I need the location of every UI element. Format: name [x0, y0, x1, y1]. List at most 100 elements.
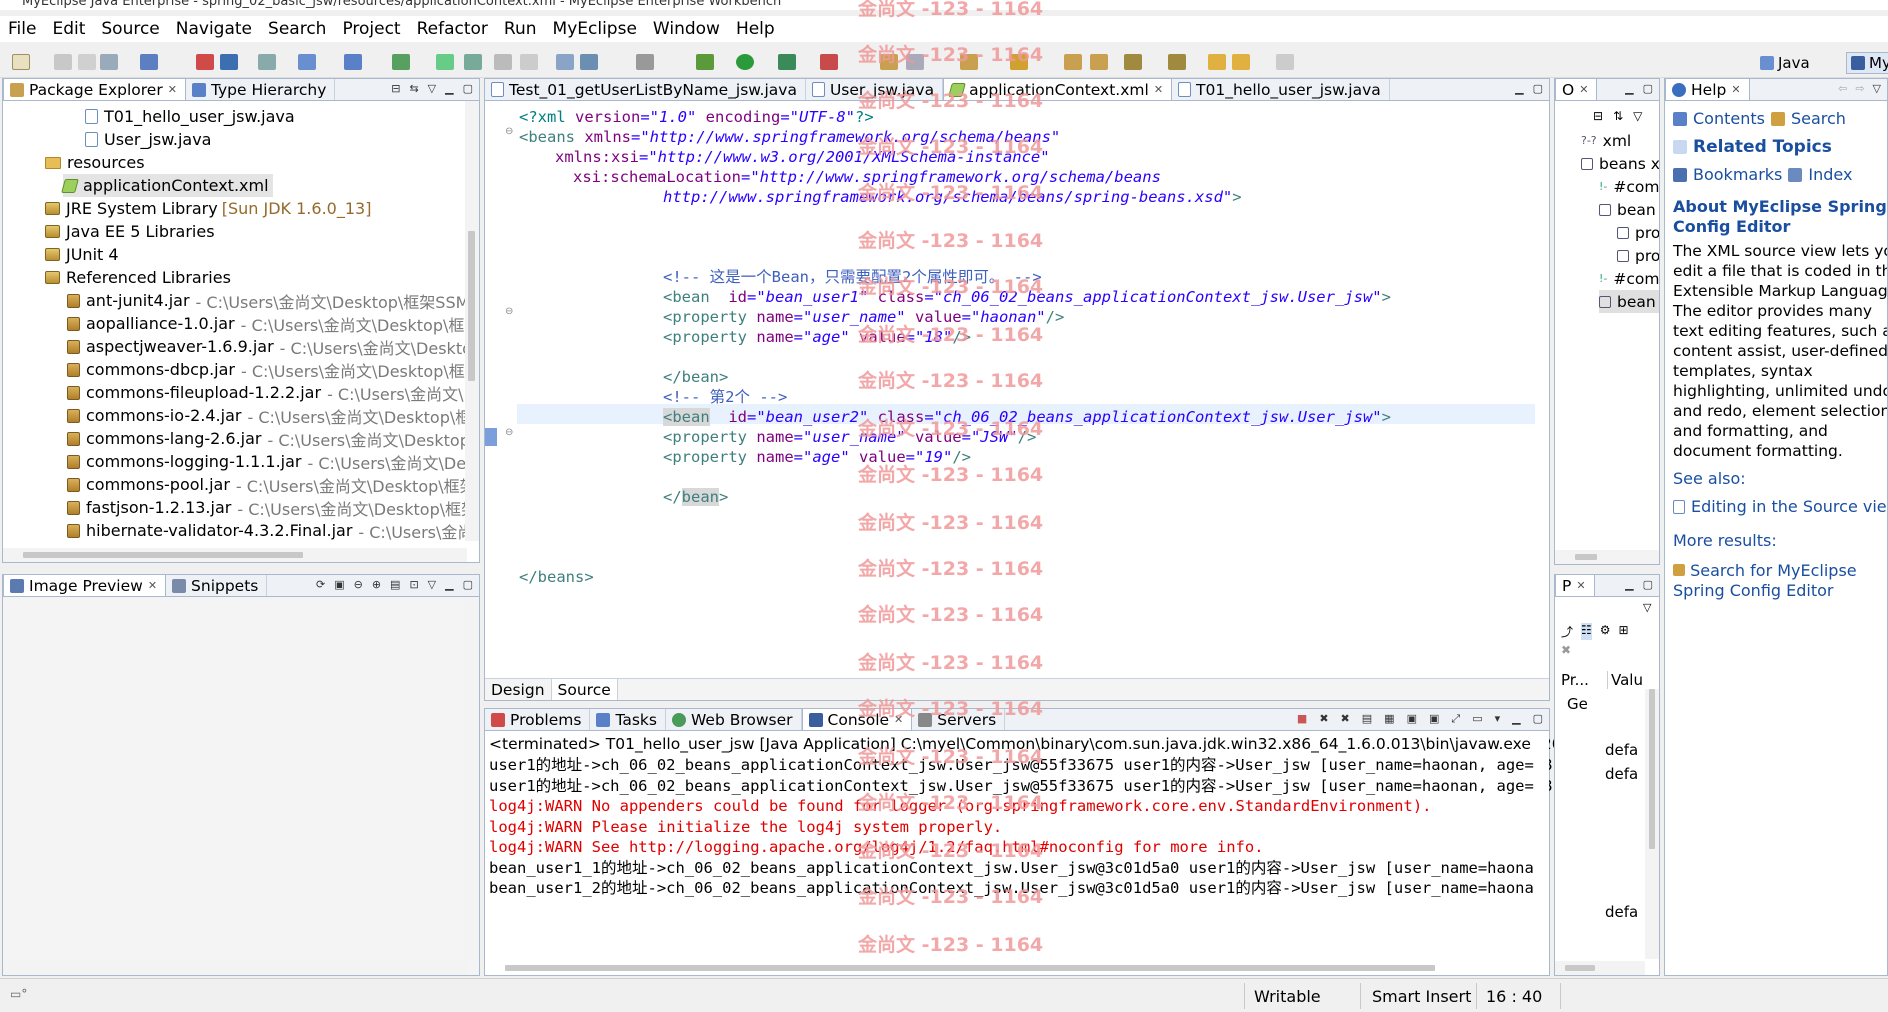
java-perspective[interactable]: Java [1760, 52, 1810, 74]
tab-outline[interactable]: O ✕ [1555, 79, 1598, 100]
filter-icon[interactable]: ⚙ [1600, 623, 1611, 640]
code-line[interactable]: <property name="user_name" value="haonan… [663, 307, 1064, 327]
refresh-icon[interactable] [520, 54, 538, 70]
last-edit-icon[interactable] [1232, 54, 1250, 70]
terminate-icon[interactable]: ■ [1297, 712, 1307, 726]
menu-refactor[interactable]: Refactor [409, 19, 496, 39]
outline-item[interactable]: !- #com [1599, 267, 1659, 290]
zoom-in-icon[interactable]: ⊕ [372, 578, 381, 591]
tree-item-selected[interactable]: applicationContext.xml [61, 174, 273, 197]
show-on-error-icon[interactable]: ▣ [1429, 712, 1439, 726]
fast-view-icon[interactable]: ▭° [10, 987, 27, 1001]
property-value[interactable]: defa [1605, 903, 1638, 921]
restore-default-icon[interactable]: ⊞ [1619, 623, 1629, 640]
forward-icon[interactable] [1276, 54, 1294, 70]
display-console-icon[interactable]: ▭ [1472, 712, 1482, 726]
zoom-out-icon[interactable]: ⊖ [354, 578, 363, 591]
word-wrap-icon[interactable]: ▦ [1384, 712, 1394, 726]
open-console-icon[interactable]: ▾ [1495, 712, 1501, 726]
zoom-fit-icon[interactable]: ⊡ [409, 578, 418, 591]
tab-properties[interactable]: P ✕ [1555, 575, 1595, 596]
code-line[interactable]: </beans> [519, 567, 594, 587]
tree-item[interactable]: fastjson-1.2.13.jar - C:\Users\金尚文\Deskt… [67, 496, 479, 519]
view-menu-icon[interactable]: ▽ [1633, 109, 1642, 123]
code-line[interactable]: <property name="user_name" value="JSW"/> [663, 427, 1036, 447]
minimize-icon[interactable]: ▁ [1625, 578, 1633, 591]
tree-item[interactable]: JUnit 4 [45, 243, 119, 266]
minimize-icon[interactable]: ▁ [1512, 712, 1520, 726]
close-icon[interactable]: ✕ [1576, 579, 1585, 592]
server-icon[interactable] [196, 54, 214, 70]
code-line[interactable]: http://www.springframework.org/schema/be… [663, 187, 1242, 207]
maximize-icon[interactable]: ▢ [1533, 82, 1543, 95]
tree-item[interactable]: User_jsw.java [85, 128, 211, 151]
tree-item[interactable]: aopalliance-1.0.jar - C:\Users\金尚文\Deskt… [67, 312, 479, 335]
minimize-icon[interactable]: ▁ [1515, 82, 1523, 95]
tab-help[interactable]: Help ✕ [1665, 79, 1750, 100]
tab-console[interactable]: Console ✕ [801, 709, 913, 730]
save-icon[interactable] [54, 54, 72, 70]
print-icon[interactable] [100, 54, 118, 70]
menu-run[interactable]: Run [496, 19, 545, 39]
maximize-icon[interactable]: ▢ [1643, 578, 1653, 591]
actual-size-icon[interactable]: ▤ [390, 578, 400, 591]
forward-icon[interactable]: ⇨ [1855, 82, 1864, 95]
tab-snippets[interactable]: Snippets [166, 575, 268, 596]
prev-annotation-icon[interactable] [1168, 54, 1186, 70]
code-line[interactable]: </bean> [663, 487, 728, 507]
task-icon[interactable] [1064, 54, 1082, 70]
maximize-icon[interactable]: ▢ [463, 578, 473, 591]
code-line-current[interactable]: <bean id="bean_user2" class="ch_06_02_be… [663, 407, 1391, 427]
close-icon[interactable]: ✕ [894, 713, 903, 726]
outline-item-selected[interactable]: bean [1599, 290, 1659, 313]
contents-link[interactable]: Contents [1693, 109, 1765, 128]
tab-type-hierarchy[interactable]: Type Hierarchy [186, 79, 336, 100]
tab-test01-java[interactable]: Test_01_getUserListByName_jsw.java [485, 79, 806, 100]
tree-item[interactable]: Java EE 5 Libraries [45, 220, 215, 243]
menu-navigate[interactable]: Navigate [168, 19, 260, 39]
myeclipse-perspective[interactable]: My [1846, 52, 1888, 74]
maximize-icon[interactable]: ▢ [1533, 712, 1543, 726]
collapse-all-icon[interactable]: ⊟ [391, 82, 400, 95]
tree-item[interactable]: commons-lang-2.6.jar - C:\Users\金尚文\Desk… [67, 427, 479, 450]
code-line[interactable]: <property name="age" value="18"/> [663, 327, 971, 347]
save-all-icon[interactable] [78, 54, 96, 70]
code-line[interactable]: xmlns:xsi="http://www.w3.org/2001/XMLSch… [555, 147, 1050, 167]
minimize-icon[interactable]: ▁ [445, 82, 453, 95]
tree-item[interactable]: T01_hello_user_jsw.java [85, 105, 295, 128]
run-icon[interactable] [736, 54, 754, 70]
search-results-link[interactable]: Search for MyEclipse Spring Config Edito… [1673, 561, 1857, 600]
related-topics-link[interactable]: Related Topics [1693, 137, 1832, 157]
new-project-icon[interactable] [140, 54, 158, 70]
close-icon[interactable]: ✕ [148, 579, 157, 592]
view-menu-icon[interactable]: ▽ [428, 578, 436, 591]
debug-icon[interactable] [696, 54, 714, 70]
sort-icon[interactable]: ⇅ [1613, 109, 1623, 123]
fold-icon[interactable]: ⊖ [505, 427, 513, 438]
horizontal-scrollbar[interactable] [1555, 961, 1645, 975]
tree-item[interactable]: commons-fileupload-1.2.2.jar - C:\Users\… [67, 381, 479, 404]
horizontal-scrollbar[interactable] [513, 652, 1535, 666]
tree-item[interactable]: commons-dbcp.jar - C:\Users\金尚文\Desktop\… [67, 358, 479, 381]
tab-t01-hello-java[interactable]: T01_hello_user_jsw.java [1172, 79, 1390, 100]
vertical-scrollbar[interactable] [465, 597, 479, 961]
sync-icon[interactable] [436, 54, 454, 70]
tree-item[interactable]: aspectjweaver-1.6.9.jar - C:\Users\金尚文\D… [67, 335, 479, 358]
property-value[interactable]: defa [1605, 765, 1638, 783]
menu-file[interactable]: File [0, 19, 44, 39]
fold-icon[interactable]: ⊖ [505, 126, 513, 137]
property-value[interactable]: defa [1605, 741, 1638, 759]
tab-problems[interactable]: Problems [485, 709, 591, 730]
tree-item[interactable]: commons-pool.jar - C:\Users\金尚文\Desktop\… [67, 473, 479, 496]
vertical-scrollbar[interactable] [1535, 731, 1549, 963]
minimize-icon[interactable]: ▁ [445, 578, 453, 591]
code-line[interactable]: <beans xmlns="http://www.springframework… [519, 127, 1060, 147]
maximize-icon[interactable]: ▢ [463, 82, 473, 95]
horizontal-scrollbar[interactable] [3, 961, 467, 975]
outline-item[interactable]: beans x [1581, 152, 1659, 175]
menu-help[interactable]: Help [728, 19, 783, 39]
show-on-output-icon[interactable]: ▣ [1407, 712, 1417, 726]
pin-icon[interactable]: ⤴ [1561, 623, 1573, 640]
view-menu-icon[interactable]: ▽ [1643, 601, 1651, 614]
terminal-icon[interactable] [636, 54, 654, 70]
